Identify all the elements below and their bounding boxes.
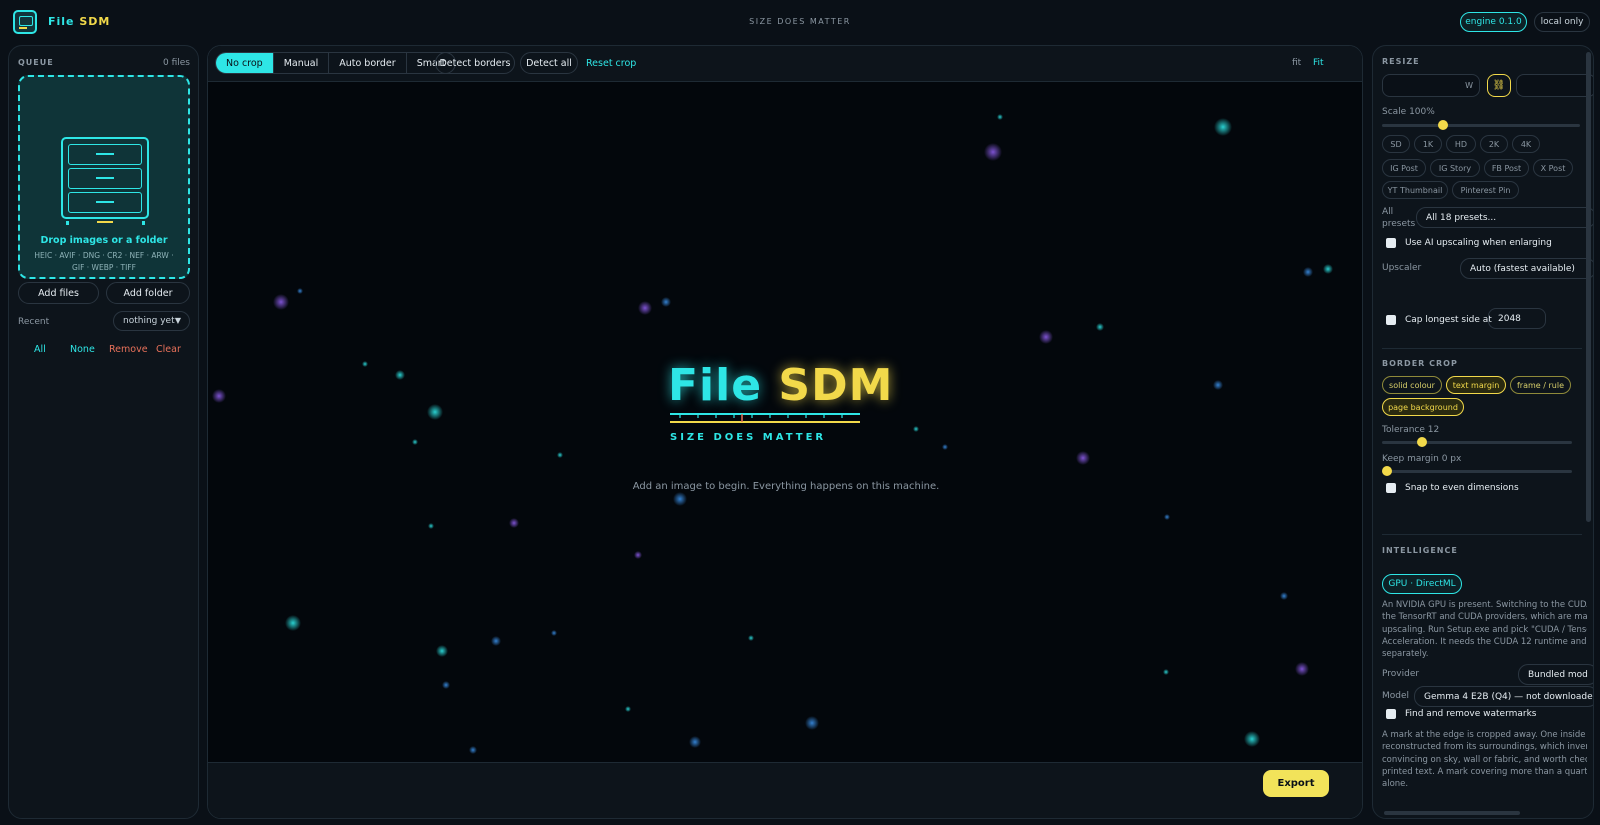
all-presets-label-line2: presets <box>1382 219 1416 229</box>
clear-link[interactable]: Clear <box>156 344 181 355</box>
all-presets-select[interactable]: All 18 presets... <box>1416 207 1593 228</box>
watermark-description: A mark at the edge is cropped away. One … <box>1382 730 1587 790</box>
provider-label: Provider <box>1382 669 1420 679</box>
keep-margin-label: Keep margin 0 px <box>1382 454 1462 464</box>
recent-label: Recent <box>18 317 50 327</box>
recent-select-value: nothing yet <box>123 316 175 326</box>
drop-zone-formats: HEIC · AVIF · DNG · CR2 · NEF · ARW · GI… <box>34 251 174 272</box>
watermark-checkbox[interactable] <box>1386 709 1396 719</box>
snap-even-label: Snap to even dimensions <box>1405 483 1519 493</box>
crop-mode-segmented: No crop Manual Auto border Smart <box>215 52 457 74</box>
size-chip-2k[interactable]: 2K <box>1480 135 1508 153</box>
fit-button[interactable]: Fit <box>1313 58 1324 68</box>
preset-fb-post[interactable]: FB Post <box>1484 159 1529 177</box>
size-chip-1k[interactable]: 1K <box>1414 135 1442 153</box>
width-unit-label: W <box>1465 81 1473 90</box>
border-mode-frame-rule[interactable]: frame / rule <box>1510 376 1571 394</box>
queue-count: 0 files <box>163 58 190 68</box>
scale-slider-thumb[interactable] <box>1438 120 1448 130</box>
settings-scrollbar-horizontal[interactable] <box>1384 811 1520 815</box>
file-cabinet-icon <box>61 137 149 219</box>
keep-margin-slider-thumb[interactable] <box>1382 466 1392 476</box>
fit-toggle[interactable]: fit <box>1292 58 1301 68</box>
cap-longest-label: Cap longest side at <box>1405 315 1492 325</box>
crop-mode-manual[interactable]: Manual <box>274 53 330 73</box>
hero-file: File <box>668 360 763 411</box>
size-chip-hd[interactable]: HD <box>1446 135 1476 153</box>
cap-longest-input[interactable]: 2048 <box>1488 308 1546 329</box>
add-folder-button[interactable]: Add folder <box>106 282 190 304</box>
crop-toolbar: No crop Manual Auto border Smart Detect … <box>208 46 1362 82</box>
local-only-badge[interactable]: local only <box>1534 12 1590 32</box>
export-bar: Export <box>208 762 1362 818</box>
preset-ig-story[interactable]: IG Story <box>1430 159 1480 177</box>
scale-slider[interactable] <box>1382 120 1580 130</box>
upscaler-select[interactable]: Auto (fastest available) <box>1460 258 1593 279</box>
model-label: Model <box>1382 691 1410 701</box>
remove-link[interactable]: Remove <box>109 344 148 355</box>
select-none-link[interactable]: None <box>70 344 95 355</box>
crop-mode-auto-border[interactable]: Auto border <box>329 53 407 73</box>
preset-yt-thumbnail[interactable]: YT Thumbnail <box>1382 181 1448 199</box>
preset-ig-post[interactable]: IG Post <box>1382 159 1426 177</box>
all-presets-label-line1: All <box>1382 207 1394 217</box>
scale-label: Scale 100% <box>1382 107 1435 117</box>
drop-zone-title: Drop images or a folder <box>40 235 168 246</box>
settings-panel: RESIZE W ⛓ Scale 100% SD 1K HD 2K 4K IG … <box>1372 45 1594 819</box>
preset-x-post[interactable]: X Post <box>1533 159 1573 177</box>
upscaler-label: Upscaler <box>1382 263 1422 273</box>
select-all-link[interactable]: All <box>34 344 46 355</box>
border-mode-solid-colour[interactable]: solid colour <box>1382 376 1442 394</box>
all-presets-label: All presets <box>1382 206 1415 230</box>
size-chip-sd[interactable]: SD <box>1382 135 1410 153</box>
resize-title: RESIZE <box>1382 57 1420 66</box>
crop-mode-no-crop[interactable]: No crop <box>216 53 274 73</box>
tolerance-slider-thumb[interactable] <box>1417 437 1427 447</box>
hero-logo: File SDM SIZE DOES MATTER <box>668 360 908 443</box>
queue-title: QUEUE <box>18 58 54 67</box>
app-tagline: SIZE DOES MATTER <box>749 17 851 26</box>
drop-zone[interactable]: Drop images or a folder HEIC · AVIF · DN… <box>18 75 190 279</box>
gpu-description: An NVIDIA GPU is present. Switching to t… <box>1382 600 1587 660</box>
queue-panel: QUEUE 0 files Drop images or a folder HE… <box>8 45 199 819</box>
link-aspect-icon[interactable]: ⛓ <box>1487 74 1511 97</box>
settings-scrollbar-vertical[interactable] <box>1586 52 1591 522</box>
height-input[interactable] <box>1516 74 1593 97</box>
tolerance-slider[interactable] <box>1382 437 1572 447</box>
hero-sdm: SDM <box>778 360 894 411</box>
width-input[interactable]: W <box>1382 74 1480 97</box>
recent-select[interactable]: nothing yet ▼ <box>113 311 190 331</box>
add-files-button[interactable]: Add files <box>18 282 99 304</box>
ai-upscale-checkbox[interactable] <box>1386 238 1396 248</box>
export-button[interactable]: Export <box>1263 770 1329 797</box>
app-header: File SDM SIZE DOES MATTER engine 0.1.0 l… <box>0 0 1600 44</box>
border-mode-page-background[interactable]: page background <box>1382 398 1464 416</box>
detect-all-button[interactable]: Detect all <box>520 52 578 74</box>
ruler-icon <box>670 413 860 423</box>
ai-upscale-label: Use AI upscaling when enlarging <box>1405 238 1552 248</box>
keep-margin-slider[interactable] <box>1382 466 1572 476</box>
snap-even-checkbox[interactable] <box>1386 483 1396 493</box>
empty-state-hint: Add an image to begin. Everything happen… <box>632 481 940 492</box>
tolerance-label: Tolerance 12 <box>1382 425 1440 435</box>
preset-pinterest-pin[interactable]: Pinterest Pin <box>1452 181 1519 199</box>
gpu-badge[interactable]: GPU · DirectML <box>1382 574 1462 594</box>
border-mode-text-margin[interactable]: text margin <box>1446 376 1506 394</box>
model-select[interactable]: Gemma 4 E2B (Q4) — not downloaded ( <box>1414 686 1593 707</box>
hero-tagline: SIZE DOES MATTER <box>670 432 827 443</box>
watermark-label: Find and remove watermarks <box>1405 709 1537 719</box>
size-chip-4k[interactable]: 4K <box>1512 135 1540 153</box>
border-crop-title: BORDER CROP <box>1382 359 1458 368</box>
provider-select[interactable]: Bundled mod <box>1518 664 1593 685</box>
reset-crop-link[interactable]: Reset crop <box>586 58 636 69</box>
detect-borders-button[interactable]: Detect borders <box>435 52 515 74</box>
canvas-panel: No crop Manual Auto border Smart Detect … <box>207 45 1363 819</box>
cap-longest-checkbox[interactable] <box>1386 315 1396 325</box>
chevron-down-icon: ▼ <box>174 316 181 325</box>
intelligence-title: INTELLIGENCE <box>1382 546 1458 555</box>
engine-version-badge[interactable]: engine 0.1.0 <box>1460 12 1527 32</box>
